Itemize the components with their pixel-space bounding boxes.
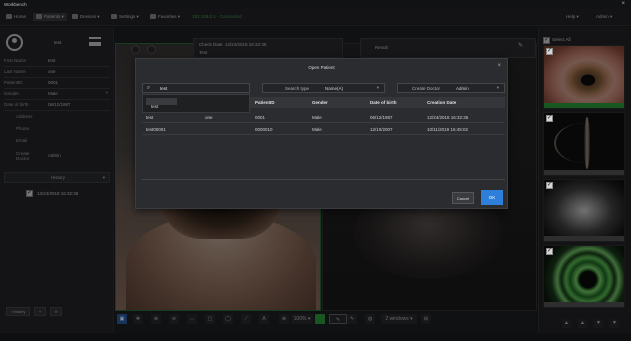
search-suggestion-dropdown: test xyxy=(142,94,250,113)
suggestion-item[interactable]: test xyxy=(151,104,158,109)
search-value: test xyxy=(160,86,168,91)
open-patient-dialog: Open Patient × ⌕ test Search type Name(A… xyxy=(135,58,508,209)
ok-button[interactable]: OK xyxy=(481,190,503,205)
thumbnail-checkbox[interactable] xyxy=(546,114,553,122)
col-date-of-birth[interactable]: Date of birth xyxy=(370,100,397,105)
dialog-title: Open Patient xyxy=(308,65,335,70)
col-gender[interactable]: Gender xyxy=(312,100,328,105)
col-creation-date[interactable]: Creation Date xyxy=(427,100,456,105)
table-row[interactable]: test one 0001 Male 06/12/1987 12/24/2018… xyxy=(142,112,505,123)
search-type-value: Name(A) xyxy=(325,86,344,91)
patient-search-input[interactable]: ⌕ test xyxy=(142,83,250,93)
search-icon: ⌕ xyxy=(147,85,151,91)
search-type-select[interactable]: Search type Name(A) ▾ xyxy=(262,83,385,93)
close-icon[interactable]: × xyxy=(497,63,501,69)
app-title: Workbench xyxy=(4,2,27,7)
thumbnail-checkbox[interactable] xyxy=(546,47,553,55)
search-type-label: Search type xyxy=(285,86,310,91)
chevron-down-icon: ▾ xyxy=(496,85,499,90)
title-bar: Workbench × xyxy=(0,0,631,9)
thumbnail-checkbox[interactable] xyxy=(546,247,553,255)
create-doctor-select[interactable]: Create Doctor Admin ▾ xyxy=(397,83,505,93)
window-close-button[interactable]: × xyxy=(621,1,625,7)
create-doctor-label: Create Doctor xyxy=(412,86,441,91)
cancel-button[interactable]: Cancel xyxy=(452,192,474,204)
thumbnail-checkbox[interactable] xyxy=(546,181,553,189)
chevron-down-icon: ▾ xyxy=(376,85,379,90)
create-doctor-value: Admin xyxy=(456,86,469,91)
divider xyxy=(142,179,505,180)
col-patient-id[interactable]: PatientID xyxy=(255,100,275,105)
table-row[interactable]: test00001 0000010 Male 12/10/2007 10/11/… xyxy=(142,124,505,135)
